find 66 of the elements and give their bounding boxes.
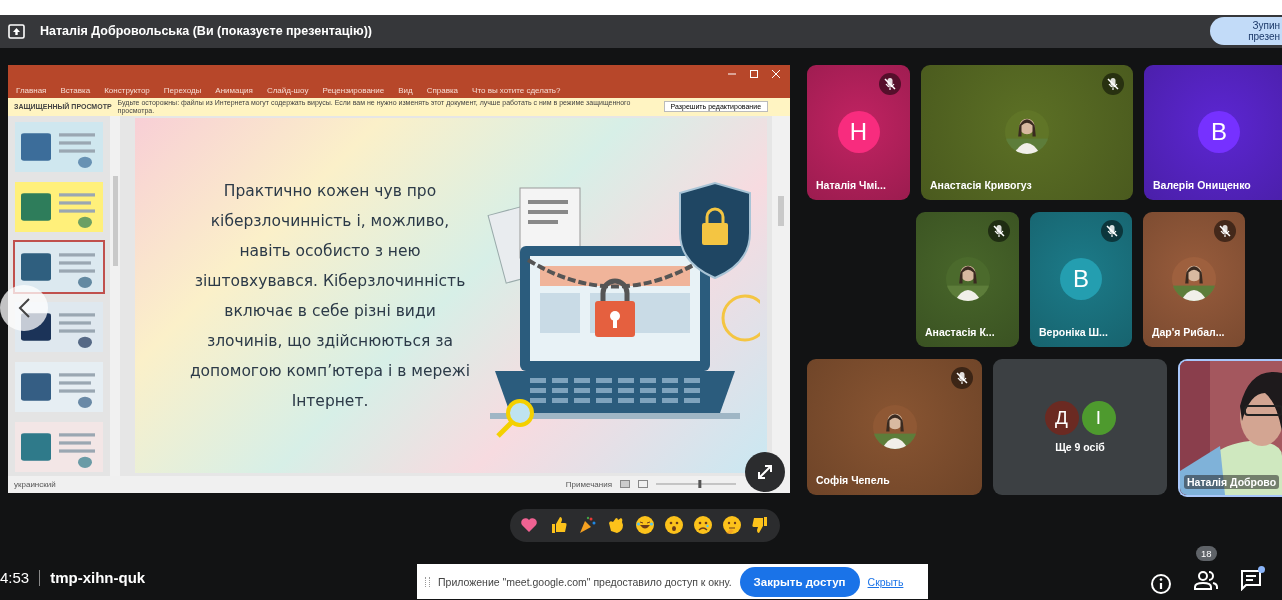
participant-tile[interactable]: Анастасія К...: [916, 211, 1019, 347]
participant-tile[interactable]: Н Наталія Чмі...: [807, 64, 910, 200]
sad-icon[interactable]: [693, 515, 713, 536]
expand-icon: [756, 462, 774, 481]
clap-icon[interactable]: [606, 515, 626, 536]
hide-link[interactable]: Скрыть: [867, 575, 904, 588]
avatar-initial: Н: [837, 111, 880, 154]
present-icon: [8, 23, 25, 39]
participant-name: Наталія Чмі...: [816, 178, 886, 191]
participant-count-badge: 18: [1196, 546, 1217, 562]
ribbon-tab[interactable]: Анимация: [215, 85, 253, 95]
tell-me-field[interactable]: Что вы хотите сделать?: [472, 85, 561, 95]
mic-off-icon: [1214, 219, 1236, 242]
meeting-code: tmp-xihn-quk: [50, 569, 146, 587]
participant-tile[interactable]: Анастасія Кривогуз: [921, 64, 1133, 200]
more-participants-tile[interactable]: Д І Ще 9 осіб: [993, 358, 1167, 495]
participant-name: Дар'я Рибал...: [1152, 325, 1225, 338]
ribbon-tab[interactable]: Вид: [398, 85, 413, 95]
avatar-initial: В: [1060, 258, 1102, 301]
thinking-icon[interactable]: [722, 515, 742, 536]
ribbon-tab[interactable]: Конструктор: [104, 85, 150, 95]
party-icon[interactable]: [577, 515, 597, 536]
sorter-view-icon[interactable]: [638, 480, 648, 489]
avatar-initial: В: [1198, 111, 1240, 154]
participant-name: Анастасія К...: [925, 325, 995, 338]
normal-view-icon[interactable]: [620, 480, 630, 489]
ribbon-tab[interactable]: Переходы: [163, 85, 202, 95]
participant-name: Наталія Доброво: [1184, 474, 1280, 489]
maximize-icon[interactable]: [750, 69, 758, 78]
avatar-initial: І: [1081, 400, 1116, 435]
participant-tile[interactable]: Софія Чепель: [807, 358, 982, 495]
people-icon[interactable]: [1194, 569, 1218, 592]
mic-off-icon: [988, 219, 1010, 242]
zoom-slider[interactable]: [656, 480, 736, 489]
participant-name: Софія Чепель: [816, 473, 890, 486]
participant-name: Анастасія Кривогуз: [930, 178, 1032, 191]
laugh-icon[interactable]: [635, 515, 655, 536]
stop-presenting-button[interactable]: Зупин презен: [1210, 16, 1282, 45]
participant-tile[interactable]: В Вероніка Ш...: [1030, 211, 1132, 347]
close-icon[interactable]: [772, 69, 780, 78]
participant-tile[interactable]: Дар'я Рибал...: [1143, 211, 1245, 347]
share-message: Приложение "meet.google.com" предоставило доступ к окну.: [438, 575, 732, 588]
chat-icon[interactable]: [1240, 569, 1262, 592]
ribbon-tab[interactable]: Справка: [426, 85, 459, 95]
participant-tile[interactable]: В Валерія Онищенко: [1144, 64, 1282, 200]
info-icon[interactable]: [1150, 573, 1172, 596]
meeting-time: 4:53: [0, 569, 30, 587]
mic-off-icon: [951, 366, 973, 389]
notes-button[interactable]: Примечания: [565, 479, 612, 489]
mic-off-icon: [879, 72, 901, 95]
mic-off-icon: [1102, 72, 1124, 95]
language-label: украинский: [14, 479, 56, 489]
slide-text: Практично кожен чув про кіберзлочинність і, можливо, навіть особисто з нею зіштовхувався. Кіберзлочинність включає в себе різні види злочинів, що здійснюються за допомогою комп’ютера і в мережі Інтернет.: [188, 180, 472, 412]
presenter-title: Наталія Добровольська (Ви (показуєте презентацію)): [40, 24, 372, 39]
ribbon-tab[interactable]: Рецензирование: [322, 85, 385, 95]
participant-name: Валерія Онищенко: [1153, 178, 1251, 191]
mic-off-icon: [1101, 219, 1123, 242]
surprised-icon[interactable]: [664, 515, 684, 536]
participant-name: Вероніка Ш...: [1039, 325, 1108, 338]
ribbon-tab[interactable]: Слайд-шоу: [266, 85, 309, 95]
stop-sharing-button[interactable]: Закрыть доступ: [739, 566, 860, 597]
more-participants-label: Ще 9 осіб: [1055, 440, 1105, 453]
avatar-initial: Д: [1044, 400, 1079, 435]
ribbon-tab[interactable]: Главная: [16, 85, 47, 95]
ribbon-tab[interactable]: Вставка: [60, 85, 91, 95]
self-video-tile[interactable]: Наталія Доброво: [1178, 358, 1282, 497]
